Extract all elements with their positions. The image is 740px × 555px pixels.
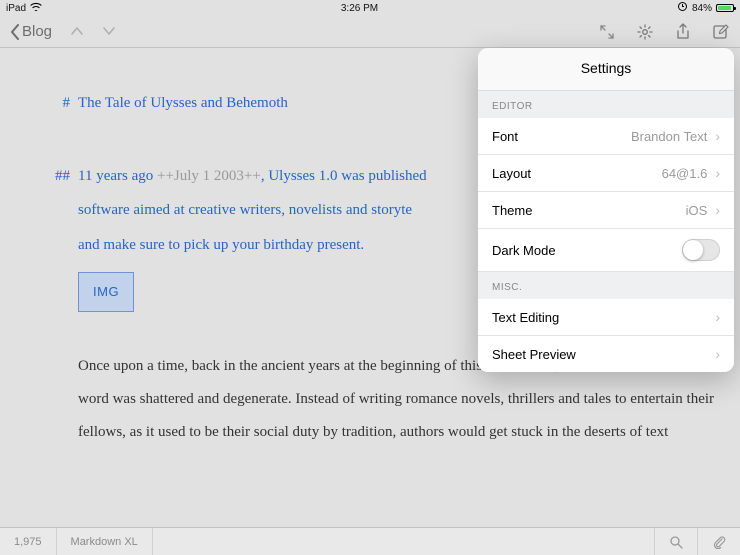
line2-grey: ++July 1 2003++ <box>157 168 261 184</box>
wifi-icon <box>30 2 42 14</box>
settings-dark-mode-row[interactable]: Dark Mode <box>478 229 734 272</box>
syntax-mode[interactable]: Markdown XL <box>57 528 153 555</box>
text-editing-label: Text Editing <box>492 310 559 325</box>
h1-text: The Tale of Ulysses and Behemoth <box>78 95 288 111</box>
theme-label: Theme <box>492 203 532 218</box>
nav-up-button[interactable] <box>70 23 84 41</box>
compose-icon[interactable] <box>712 23 730 41</box>
line2-b: , Ulysses 1.0 was published <box>261 168 427 184</box>
bottom-bar: 1,975 Markdown XL <box>0 527 740 555</box>
word-count[interactable]: 1,975 <box>0 528 57 555</box>
chevron-right-icon: › <box>715 309 720 325</box>
line3: software aimed at creative writers, nove… <box>78 202 412 218</box>
line2-a: 11 years ago <box>78 168 153 184</box>
device-label: iPad <box>6 3 26 14</box>
rotation-lock-icon <box>677 1 688 15</box>
clock: 3:26 PM <box>341 3 378 14</box>
h2-marker: ## <box>36 159 70 194</box>
chevron-right-icon: › <box>715 346 720 362</box>
search-button[interactable] <box>655 528 698 555</box>
settings-theme-row[interactable]: Theme iOS › <box>478 192 734 229</box>
chevron-right-icon: › <box>715 202 720 218</box>
sheet-preview-label: Sheet Preview <box>492 347 576 362</box>
settings-popover: Settings EDITOR Font Brandon Text › Layou… <box>478 48 734 372</box>
layout-value: 64@1.6 <box>662 166 708 181</box>
dark-mode-toggle[interactable] <box>682 239 720 261</box>
line4: and make sure to pick up your birthday p… <box>78 237 364 253</box>
battery-percent: 84% <box>692 3 712 14</box>
layout-label: Layout <box>492 166 531 181</box>
share-icon[interactable] <box>674 23 692 41</box>
toolbar: Blog <box>0 16 740 48</box>
chevron-right-icon: › <box>715 128 720 144</box>
section-misc: MISC. <box>478 272 734 299</box>
settings-text-editing-row[interactable]: Text Editing › <box>478 299 734 336</box>
gear-icon[interactable] <box>636 23 654 41</box>
search-icon <box>669 535 683 549</box>
nav-down-button[interactable] <box>102 23 116 41</box>
battery-icon <box>716 4 734 12</box>
theme-value: iOS <box>686 203 708 218</box>
settings-sheet-preview-row[interactable]: Sheet Preview › <box>478 336 734 372</box>
back-label: Blog <box>22 23 52 40</box>
expand-icon[interactable] <box>598 23 616 41</box>
paperclip-icon <box>712 535 726 549</box>
popover-title: Settings <box>478 48 734 91</box>
section-editor: EDITOR <box>478 91 734 118</box>
status-bar: iPad 3:26 PM 84% <box>0 0 740 16</box>
h1-marker: # <box>36 86 70 121</box>
dark-mode-label: Dark Mode <box>492 243 556 258</box>
attachment-button[interactable] <box>698 528 740 555</box>
font-label: Font <box>492 129 518 144</box>
img-attachment[interactable]: IMG <box>78 272 134 312</box>
settings-layout-row[interactable]: Layout 64@1.6 › <box>478 155 734 192</box>
chevron-left-icon <box>10 24 20 40</box>
settings-font-row[interactable]: Font Brandon Text › <box>478 118 734 155</box>
back-button[interactable]: Blog <box>10 23 52 40</box>
font-value: Brandon Text <box>631 129 707 144</box>
chevron-right-icon: › <box>715 165 720 181</box>
